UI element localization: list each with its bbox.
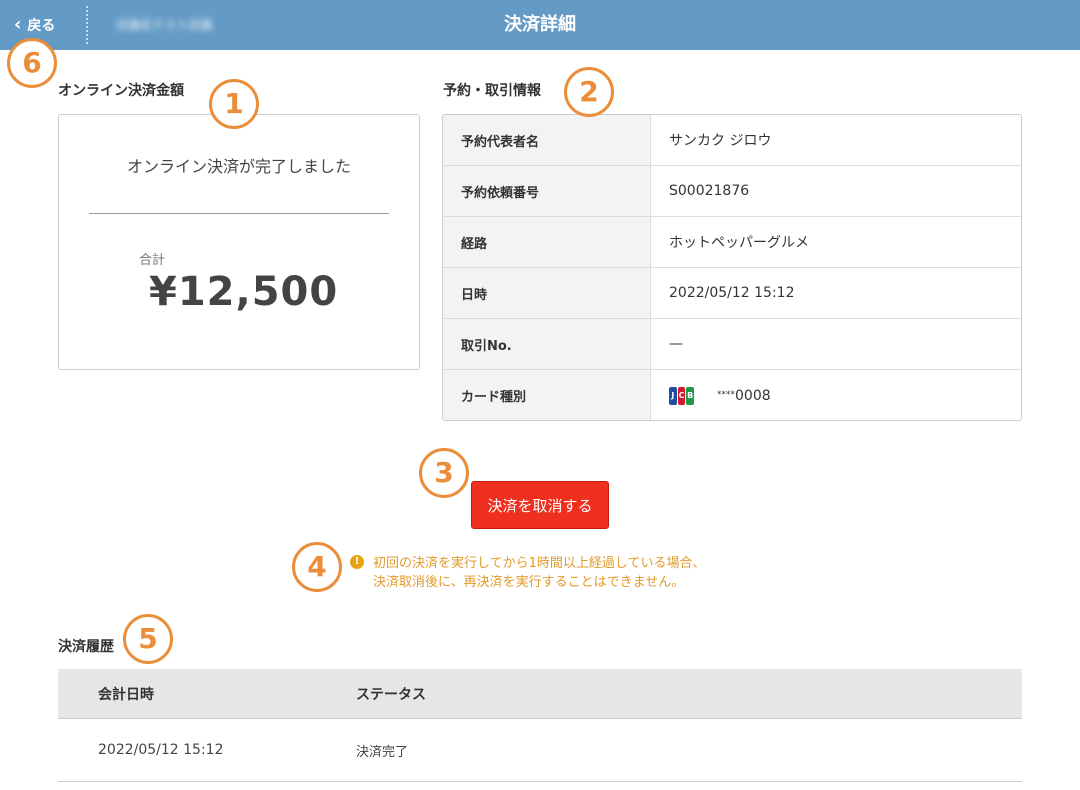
warning-text: 初回の決済を実行してから1時間以上経過している場合、 決済取消後に、再決済を実行… bbox=[373, 554, 706, 592]
payment-status-text: オンライン決済が完了しました bbox=[126, 157, 351, 176]
info-label: 取引No. bbox=[443, 319, 651, 369]
reservation-info-table: 予約代表者名 サンカク ジロウ 予約依頼番号 S00021876 経路 ホットペ… bbox=[442, 114, 1022, 421]
amount-divider bbox=[89, 213, 389, 214]
jcb-logo-icon: JCB bbox=[669, 386, 695, 405]
cancel-payment-button[interactable]: 決済を取消する bbox=[471, 481, 609, 529]
warning-message: ! 初回の決済を実行してから1時間以上経過している場合、 決済取消後に、再決済を… bbox=[350, 554, 706, 592]
callout-5: 5 bbox=[123, 614, 173, 664]
info-value: ホットペッパーグルメ bbox=[669, 235, 809, 251]
total-label: 合計 bbox=[139, 253, 166, 268]
warning-line-2: 決済取消後に、再決済を実行することはできません。 bbox=[373, 575, 685, 590]
column-header-status: ステータス bbox=[356, 686, 426, 703]
history-header-row: 会計日時 ステータス bbox=[58, 669, 1022, 719]
page-title: 決済詳細 bbox=[504, 14, 576, 35]
callout-4: 4 bbox=[292, 542, 342, 592]
card-mask: **** bbox=[717, 389, 735, 400]
exclamation-circle-icon: ! bbox=[350, 555, 364, 569]
callout-2: 2 bbox=[564, 67, 614, 117]
history-date: 2022/05/12 15:12 bbox=[98, 742, 224, 758]
payment-history-table: 会計日時 ステータス 2022/05/12 15:12 決済完了 bbox=[58, 669, 1022, 782]
payment-history-title: 決済履歴 bbox=[58, 639, 114, 655]
total-amount: ¥12,500 bbox=[149, 269, 339, 315]
info-value: S00021876 bbox=[669, 183, 750, 199]
info-label: 経路 bbox=[443, 217, 651, 267]
card-number: ****0008 bbox=[717, 388, 771, 404]
column-header-date: 会計日時 bbox=[98, 686, 154, 703]
reservation-info-title: 予約・取引情報 bbox=[443, 83, 541, 99]
callout-1: 1 bbox=[209, 79, 259, 129]
info-row-datetime: 日時 2022/05/12 15:12 bbox=[443, 268, 1021, 319]
online-payment-title: オンライン決済金額 bbox=[58, 83, 184, 99]
table-row: 2022/05/12 15:12 決済完了 bbox=[58, 719, 1022, 782]
info-row-transaction-no: 取引No. — bbox=[443, 319, 1021, 370]
info-label: 日時 bbox=[443, 268, 651, 318]
info-label: 予約依頼番号 bbox=[443, 166, 651, 216]
info-label: 予約代表者名 bbox=[443, 115, 651, 165]
info-value: 2022/05/12 15:12 bbox=[669, 285, 795, 301]
warning-line-1: 初回の決済を実行してから1時間以上経過している場合、 bbox=[373, 556, 706, 571]
info-row-route: 経路 ホットペッパーグルメ bbox=[443, 217, 1021, 268]
header-bar: ‹ 戻る 店舗名テスト店舗 決済詳細 bbox=[0, 0, 1080, 50]
info-row-representative: 予約代表者名 サンカク ジロウ bbox=[443, 115, 1021, 166]
info-label: カード種別 bbox=[443, 370, 651, 420]
callout-3: 3 bbox=[419, 448, 469, 498]
history-status: 決済完了 bbox=[356, 744, 409, 760]
callout-6: 6 bbox=[7, 38, 57, 88]
info-value: サンカク ジロウ bbox=[669, 133, 772, 149]
card-last4: 0008 bbox=[735, 387, 771, 404]
amount-card: オンライン決済が完了しました 合計 ¥12,500 bbox=[58, 114, 420, 370]
info-row-card-type: カード種別 JCB ****0008 bbox=[443, 370, 1021, 420]
card-type-value: JCB ****0008 bbox=[651, 370, 1021, 420]
info-row-request-number: 予約依頼番号 S00021876 bbox=[443, 166, 1021, 217]
info-value: — bbox=[669, 336, 683, 352]
